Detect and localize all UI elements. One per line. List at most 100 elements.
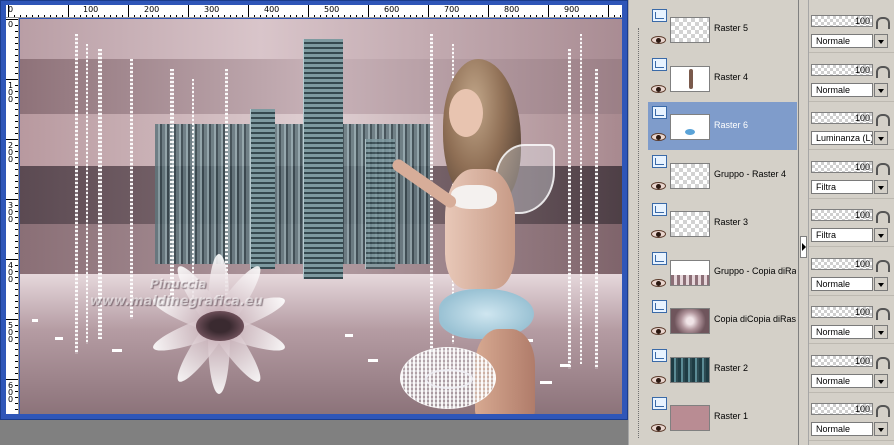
- ruler-label: 200: [7, 141, 14, 164]
- chevron-down-icon[interactable]: [874, 277, 888, 291]
- chevron-down-icon[interactable]: [874, 180, 888, 194]
- blend-mode-select[interactable]: Normale: [811, 374, 873, 388]
- layer-link-icon[interactable]: [652, 300, 667, 313]
- chevron-down-icon[interactable]: [874, 83, 888, 97]
- layer-link-icon[interactable]: [652, 397, 667, 410]
- opacity-slider[interactable]: 100: [811, 161, 873, 173]
- ruler-tick: [500, 15, 501, 17]
- opacity-slider[interactable]: 100: [811, 112, 873, 124]
- blend-mode-select[interactable]: Normale: [811, 83, 873, 97]
- visibility-eye-icon[interactable]: [651, 85, 666, 93]
- blend-mode-select[interactable]: Normale: [811, 34, 873, 48]
- layer-row[interactable]: Gruppo - Copia diRas: [648, 248, 797, 296]
- image-canvas-window[interactable]: 0 100 200 300 400 500 600 700 800 900 0 …: [0, 0, 628, 420]
- opacity-value: 100: [854, 259, 870, 269]
- lock-icon[interactable]: [876, 114, 890, 126]
- ruler-tick: [15, 97, 18, 98]
- lock-icon[interactable]: [876, 17, 890, 29]
- visibility-eye-icon[interactable]: [651, 376, 666, 384]
- layer-row[interactable]: Raster 2: [648, 345, 797, 393]
- lock-icon[interactable]: [876, 357, 890, 369]
- visibility-eye-icon[interactable]: [651, 279, 666, 287]
- layer-link-icon[interactable]: [652, 106, 667, 119]
- chevron-down-icon[interactable]: [874, 131, 888, 145]
- skyscraper: [365, 139, 395, 269]
- ruler-tick: [15, 55, 18, 56]
- layer-row[interactable]: Copia diCopia diRas: [648, 296, 797, 344]
- layer-link-icon[interactable]: [652, 349, 667, 362]
- ruler-tick: [182, 15, 183, 17]
- opacity-slider[interactable]: 100: [811, 403, 873, 415]
- layer-name[interactable]: Raster 5: [714, 23, 796, 33]
- ruler-tick: [584, 15, 585, 17]
- ruler-tick: [15, 361, 18, 362]
- ruler-tick: [236, 15, 237, 17]
- lock-icon[interactable]: [876, 66, 890, 78]
- layer-name[interactable]: Copia diCopia diRas: [714, 314, 796, 324]
- layer-name[interactable]: Raster 6: [714, 120, 796, 130]
- visibility-eye-icon[interactable]: [651, 327, 666, 335]
- layer-row[interactable]: Raster 5: [648, 5, 797, 53]
- layer-link-icon[interactable]: [652, 9, 667, 22]
- layer-link-icon[interactable]: [652, 155, 667, 168]
- ruler-tick: [242, 15, 243, 17]
- chevron-down-icon[interactable]: [874, 374, 888, 388]
- ruler-tick: [15, 235, 18, 236]
- opacity-slider[interactable]: 100: [811, 355, 873, 367]
- lock-icon[interactable]: [876, 405, 890, 417]
- ruler-tick: [254, 15, 255, 17]
- vertical-ruler[interactable]: 0 100 200 300 400 500 600: [6, 18, 19, 414]
- layers-list[interactable]: Raster 5 Raster 4 Raster 6 Gruppo - Raster …: [640, 0, 799, 445]
- blend-mode-select[interactable]: Filtra: [811, 180, 873, 194]
- layer-name[interactable]: Gruppo - Raster 4: [714, 169, 796, 179]
- ruler-tick: [15, 133, 18, 134]
- layer-name[interactable]: Raster 3: [714, 217, 796, 227]
- image-content[interactable]: Pinuccia www.maldinegrafica.eu: [20, 19, 622, 414]
- opacity-slider[interactable]: 100: [811, 64, 873, 76]
- ruler-label: 600: [7, 381, 14, 404]
- blend-mode-select[interactable]: Normale: [811, 277, 873, 291]
- blend-mode-select[interactable]: Filtra: [811, 228, 873, 242]
- visibility-eye-icon[interactable]: [651, 36, 666, 44]
- layer-link-icon[interactable]: [652, 58, 667, 71]
- layer-row[interactable]: Gruppo - Raster 4: [648, 151, 797, 199]
- layer-row[interactable]: Raster 3: [648, 199, 797, 247]
- floor-light: [112, 349, 122, 352]
- opacity-slider[interactable]: 100: [811, 306, 873, 318]
- lock-icon[interactable]: [876, 163, 890, 175]
- chevron-down-icon[interactable]: [874, 34, 888, 48]
- lock-icon[interactable]: [876, 308, 890, 320]
- opacity-slider[interactable]: 100: [811, 258, 873, 270]
- visibility-eye-icon[interactable]: [651, 133, 666, 141]
- horizontal-ruler[interactable]: 0 100 200 300 400 500 600 700 800 900: [6, 5, 622, 18]
- layer-link-icon[interactable]: [652, 203, 667, 216]
- visibility-eye-icon[interactable]: [651, 182, 666, 190]
- expand-arrow-icon[interactable]: [800, 236, 807, 258]
- layer-row[interactable]: Raster 4: [648, 54, 797, 102]
- layer-name[interactable]: Gruppo - Copia diRas: [714, 266, 796, 276]
- opacity-slider[interactable]: 100: [811, 15, 873, 27]
- layer-link-icon[interactable]: [652, 252, 667, 265]
- lock-icon[interactable]: [876, 260, 890, 272]
- layer-row[interactable]: Raster 1: [648, 393, 797, 441]
- layer-name[interactable]: Raster 2: [714, 363, 796, 373]
- chevron-down-icon[interactable]: [874, 228, 888, 242]
- layer-name[interactable]: Raster 1: [714, 411, 796, 421]
- lock-icon[interactable]: [876, 211, 890, 223]
- layer-properties-row: 100 Luminanza (L): [809, 102, 894, 150]
- chevron-down-icon[interactable]: [874, 422, 888, 436]
- visibility-eye-icon[interactable]: [651, 424, 666, 432]
- layer-row[interactable]: Raster 6: [648, 102, 797, 150]
- visibility-eye-icon[interactable]: [651, 230, 666, 238]
- ruler-tick: [15, 187, 18, 188]
- blend-mode-select[interactable]: Normale: [811, 422, 873, 436]
- woman-face: [449, 89, 483, 137]
- chevron-down-icon[interactable]: [874, 325, 888, 339]
- ruler-tick: [15, 283, 18, 284]
- floor-light: [560, 364, 570, 367]
- layer-name[interactable]: Raster 4: [714, 72, 796, 82]
- blend-mode-select[interactable]: Luminanza (L): [811, 131, 873, 145]
- blend-mode-select[interactable]: Normale: [811, 325, 873, 339]
- opacity-slider[interactable]: 100: [811, 209, 873, 221]
- palette-splitter[interactable]: [799, 0, 809, 445]
